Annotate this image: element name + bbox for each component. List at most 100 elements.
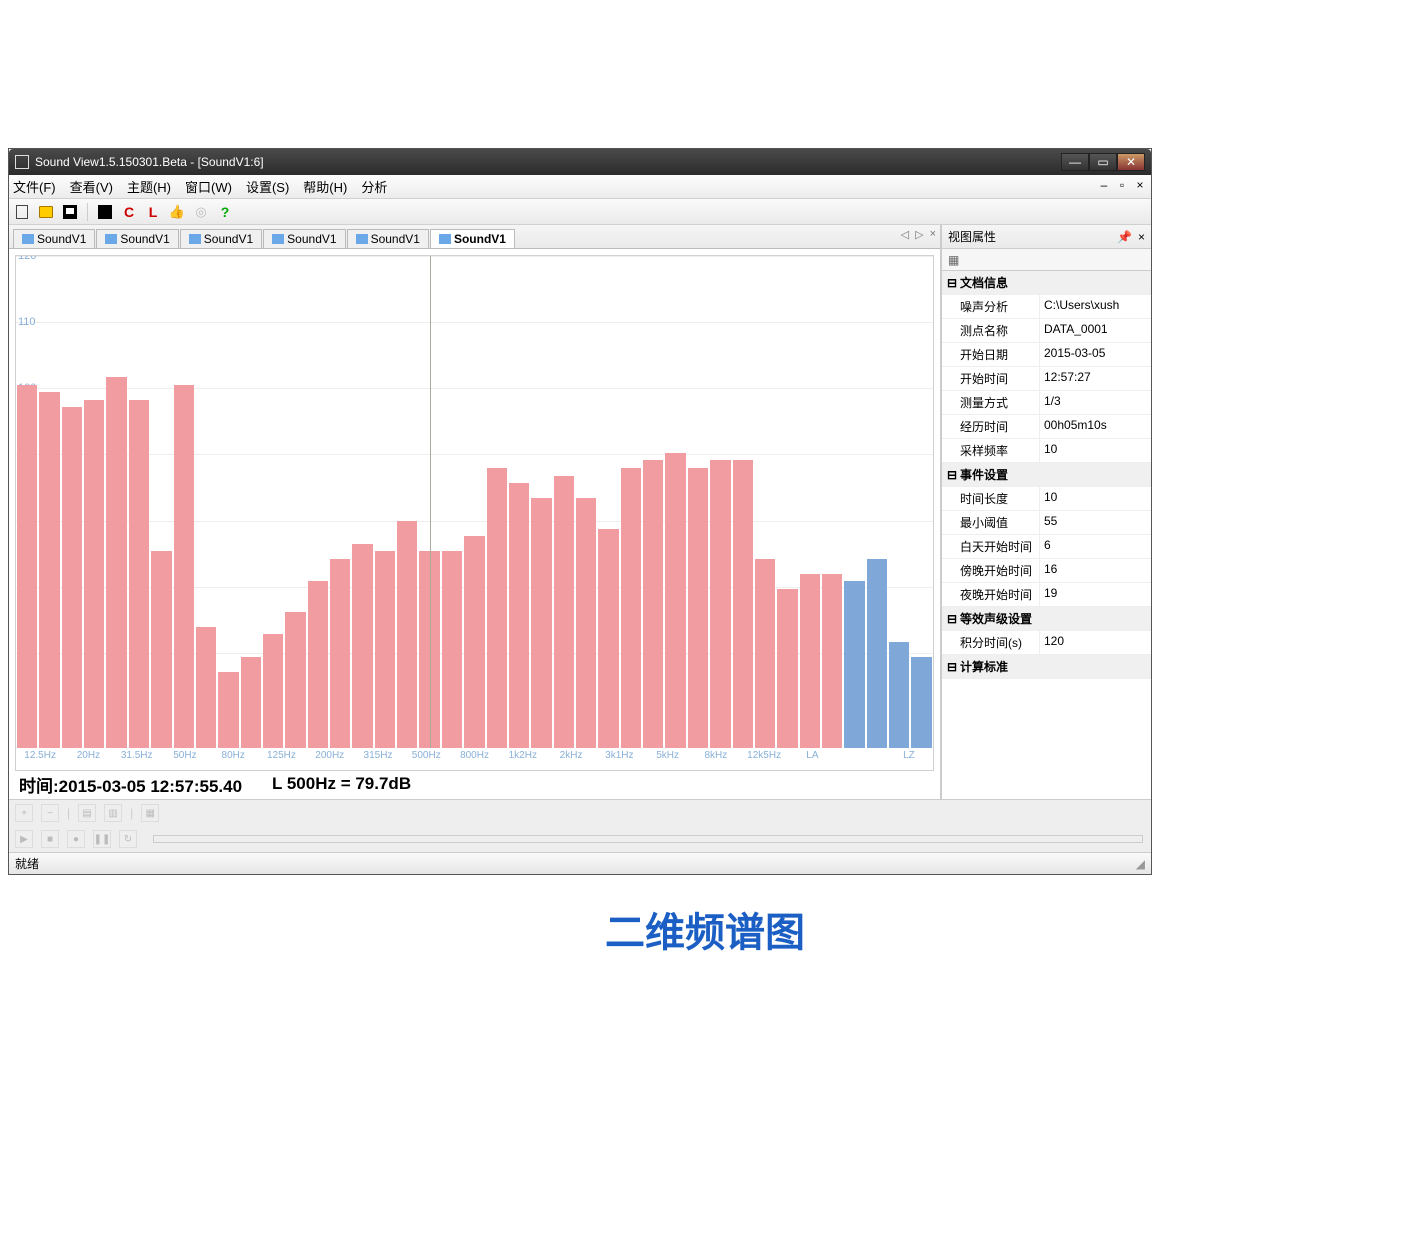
x-tick: 800Hz — [450, 750, 498, 770]
tool-b-icon[interactable]: ▥ — [104, 804, 122, 822]
tab-label: SoundV1 — [454, 232, 506, 246]
title-text: Sound View1.5.150301.Beta - [SoundV1:6] — [35, 155, 264, 169]
bar — [84, 400, 104, 748]
bar — [621, 468, 641, 748]
x-tick: 5kHz — [643, 750, 691, 770]
thumb-icon[interactable]: 👍 — [168, 203, 186, 221]
bar — [174, 385, 194, 748]
menu-settings[interactable]: 设置(S) — [246, 177, 289, 196]
tool-a-icon[interactable]: ▤ — [78, 804, 96, 822]
seek-slider[interactable] — [153, 835, 1143, 843]
tab-label: SoundV1 — [287, 232, 336, 246]
tab-5[interactable]: SoundV1 — [430, 229, 515, 248]
x-axis: 12.5Hz20Hz31.5Hz50Hz80Hz125Hz200Hz315Hz5… — [16, 750, 933, 770]
c-button[interactable]: C — [120, 203, 138, 221]
chart-reading: L 500Hz = 79.7dB — [272, 774, 411, 794]
bars — [16, 256, 933, 748]
media-toolbar-2: ▶ ■ ● ❚❚ ↻ — [9, 826, 1151, 852]
help-icon[interactable]: ? — [216, 203, 234, 221]
x-tick: 80Hz — [209, 750, 257, 770]
zoom-out-icon[interactable]: − — [41, 804, 59, 822]
bar — [218, 672, 238, 748]
bar — [598, 529, 618, 749]
tab-label: SoundV1 — [120, 232, 169, 246]
tab-3[interactable]: SoundV1 — [263, 229, 345, 248]
tab-2[interactable]: SoundV1 — [180, 229, 262, 248]
pause-button[interactable]: ❚❚ — [93, 830, 111, 848]
bar — [62, 407, 82, 748]
l-button[interactable]: L — [144, 203, 162, 221]
bar — [241, 657, 261, 748]
bar — [710, 460, 730, 748]
tab-icon — [189, 234, 201, 244]
tab-icon — [105, 234, 117, 244]
bar — [151, 551, 171, 748]
categorize-icon[interactable]: ▦ — [948, 253, 959, 267]
tool-c-icon[interactable]: ▦ — [141, 804, 159, 822]
bar — [665, 453, 685, 748]
spectrum-chart[interactable]: 6070809010011012012.5Hz20Hz31.5Hz50Hz80H… — [15, 255, 934, 771]
bar — [285, 612, 305, 748]
menu-analyze[interactable]: 分析 — [361, 177, 387, 196]
tab-4[interactable]: SoundV1 — [347, 229, 429, 248]
loop-button[interactable]: ↻ — [119, 830, 137, 848]
bar — [777, 589, 797, 748]
stop-button[interactable]: ■ — [41, 830, 59, 848]
titlebar[interactable]: Sound View1.5.150301.Beta - [SoundV1:6] … — [9, 149, 1151, 175]
tab-close-button[interactable]: × — [930, 228, 936, 241]
media-toolbar-1: + − | ▤ ▥ | ▦ — [9, 800, 1151, 826]
bar — [17, 385, 37, 748]
tab-label: SoundV1 — [37, 232, 86, 246]
cursor-line[interactable] — [430, 256, 431, 748]
menu-file[interactable]: 文件(F) — [13, 177, 56, 196]
menu-view[interactable]: 查看(V) — [70, 177, 113, 196]
resize-grip[interactable]: ◢ — [1136, 857, 1145, 871]
mdi-close-button[interactable]: × — [1133, 178, 1147, 192]
x-tick: LA — [788, 750, 836, 770]
x-tick: LZ — [885, 750, 933, 770]
app-icon — [15, 155, 29, 169]
open-icon[interactable] — [37, 203, 55, 221]
x-tick: 50Hz — [161, 750, 209, 770]
play-button[interactable]: ▶ — [15, 830, 33, 848]
menu-window[interactable]: 窗口(W) — [185, 177, 232, 196]
tabs-scroll-right-button[interactable]: ▷ — [915, 228, 923, 241]
tab-1[interactable]: SoundV1 — [96, 229, 178, 248]
menu-theme[interactable]: 主题(H) — [127, 177, 171, 196]
properties-title[interactable]: 视图属性 📌× — [942, 225, 1151, 249]
menu-help[interactable]: 帮助(H) — [303, 177, 347, 196]
close-button[interactable]: ✕ — [1117, 153, 1145, 171]
bar — [464, 536, 484, 748]
properties-toolbar: ▦ — [942, 249, 1151, 271]
x-tick: 8kHz — [692, 750, 740, 770]
mdi-minimize-button[interactable]: – — [1097, 178, 1111, 192]
bar — [844, 581, 864, 748]
maximize-button[interactable]: ▭ — [1089, 153, 1117, 171]
record-button[interactable]: ● — [67, 830, 85, 848]
stop-icon[interactable] — [96, 203, 114, 221]
bar — [911, 657, 931, 748]
tabs-scroll-left-button[interactable]: ◁ — [901, 228, 909, 241]
minimize-button[interactable]: — — [1061, 153, 1089, 171]
bar — [800, 574, 820, 748]
app-window: Sound View1.5.150301.Beta - [SoundV1:6] … — [8, 148, 1152, 875]
x-tick: 200Hz — [306, 750, 354, 770]
target-icon[interactable]: ◎ — [192, 203, 210, 221]
zoom-in-icon[interactable]: + — [15, 804, 33, 822]
tab-icon — [22, 234, 34, 244]
new-icon[interactable] — [13, 203, 31, 221]
mdi-restore-button[interactable]: ▫ — [1115, 178, 1129, 192]
tab-label: SoundV1 — [204, 232, 253, 246]
bar — [442, 551, 462, 748]
panel-close-icon[interactable]: × — [1138, 230, 1145, 244]
tab-0[interactable]: SoundV1 — [13, 229, 95, 248]
pin-icon[interactable]: 📌 — [1117, 230, 1132, 244]
tab-icon — [272, 234, 284, 244]
x-tick: 2kHz — [547, 750, 595, 770]
x-tick: 1k2Hz — [499, 750, 547, 770]
property-grid[interactable]: ⊟文档信息 噪声分析C:\Users\xush 测点名称DATA_0001 开始… — [942, 271, 1151, 799]
status-text: 就绪 — [15, 855, 39, 872]
bar — [509, 483, 529, 748]
chart-time-label: 时间:2015-03-05 12:57:55.40 — [19, 772, 242, 797]
save-icon[interactable] — [61, 203, 79, 221]
